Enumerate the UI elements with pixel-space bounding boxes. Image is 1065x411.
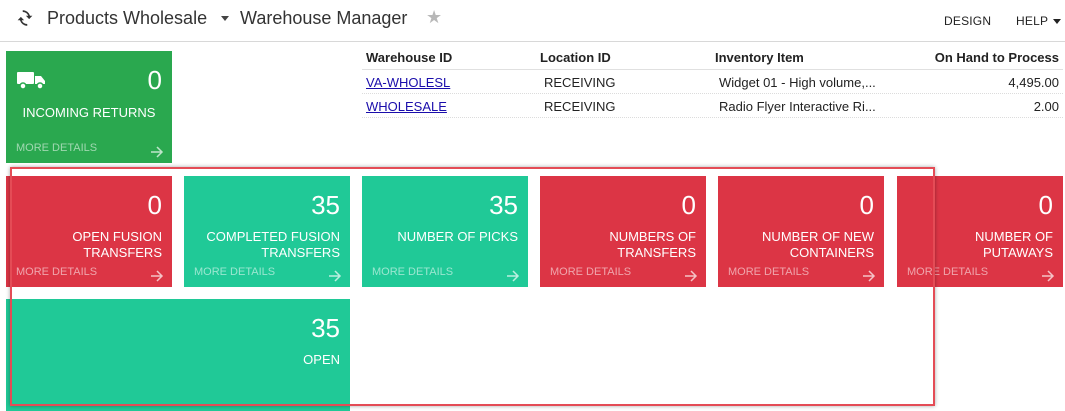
more-details-link[interactable]: MORE DETAILS <box>194 266 275 278</box>
tile-label: NUMBERS OF TRANSFERS <box>609 229 696 260</box>
tile-label: OPEN FUSION TRANSFERS <box>72 229 162 260</box>
tile-value: 35 <box>489 190 518 220</box>
tile-incoming-returns[interactable]: 0 INCOMING RETURNS MORE DETAILS <box>6 51 172 163</box>
tile-value: 0 <box>1038 190 1053 220</box>
tile-number-of-picks[interactable]: 35 NUMBER OF PICKS MORE DETAILS <box>362 176 528 287</box>
tile-value: 35 <box>311 313 340 343</box>
grid-header: Warehouse ID Location ID Inventory Item … <box>362 44 1063 70</box>
warehouse-link[interactable]: WHOLESALE <box>366 99 447 114</box>
page-header: Products Wholesale Warehouse Manager ★ D… <box>0 0 1065 42</box>
star-icon[interactable]: ★ <box>426 8 442 26</box>
location-cell: RECEIVING <box>544 75 616 90</box>
column-header-qty[interactable]: On Hand to Process <box>935 50 1059 65</box>
column-header-location[interactable]: Location ID <box>540 50 611 65</box>
tile-number-of-putaways[interactable]: 0 NUMBER OF PUTAWAYS MORE DETAILS <box>897 176 1063 287</box>
refresh-icon[interactable] <box>16 9 34 27</box>
tile-value: 0 <box>681 190 696 220</box>
arrow-right-icon[interactable] <box>150 269 164 283</box>
more-details-link[interactable]: MORE DETAILS <box>550 266 631 278</box>
location-cell: RECEIVING <box>544 99 616 114</box>
column-header-warehouse[interactable]: Warehouse ID <box>366 50 452 65</box>
table-row[interactable]: WHOLESALE RECEIVING Radio Flyer Interact… <box>362 94 1063 118</box>
more-details-link[interactable]: MORE DETAILS <box>728 266 809 278</box>
tile-completed-fusion-transfers[interactable]: 35 COMPLETED FUSION TRANSFERS MORE DETAI… <box>184 176 350 287</box>
truck-icon <box>17 72 45 90</box>
tile-label: NUMBER OF PUTAWAYS <box>975 229 1053 260</box>
more-details-link[interactable]: MORE DETAILS <box>372 266 453 278</box>
tile-value: 0 <box>147 65 162 95</box>
arrow-right-icon[interactable] <box>328 269 342 283</box>
tile-open-fusion-transfers[interactable]: 0 OPEN FUSION TRANSFERS MORE DETAILS <box>6 176 172 287</box>
tile-number-of-new-containers[interactable]: 0 NUMBER OF NEW CONTAINERS MORE DETAILS <box>718 176 884 287</box>
arrow-right-icon[interactable] <box>1041 269 1055 283</box>
more-details-link[interactable]: MORE DETAILS <box>907 266 988 278</box>
warehouse-link[interactable]: VA-WHOLESL <box>366 75 450 90</box>
tile-open[interactable]: 35 OPEN <box>6 299 350 411</box>
arrow-right-icon[interactable] <box>862 269 876 283</box>
arrow-right-icon[interactable] <box>684 269 698 283</box>
table-row[interactable]: VA-WHOLESL RECEIVING Widget 01 - High vo… <box>362 70 1063 94</box>
design-button[interactable]: DESIGN <box>944 14 991 28</box>
arrow-right-icon[interactable] <box>506 269 520 283</box>
help-button[interactable]: HELP <box>1016 14 1048 28</box>
arrow-right-icon[interactable] <box>150 145 164 159</box>
tile-label: NUMBER OF NEW CONTAINERS <box>762 229 874 260</box>
more-details-link[interactable]: MORE DETAILS <box>16 266 97 278</box>
tile-value: 0 <box>859 190 874 220</box>
chevron-down-icon[interactable] <box>221 16 229 21</box>
inventory-grid: Warehouse ID Location ID Inventory Item … <box>362 44 1063 118</box>
qty-cell: 2.00 <box>1033 99 1059 114</box>
column-header-item[interactable]: Inventory Item <box>715 50 804 65</box>
qty-cell: 4,495.00 <box>1008 75 1059 90</box>
chevron-down-icon[interactable] <box>1053 19 1061 24</box>
tile-value: 0 <box>147 190 162 220</box>
tile-numbers-of-transfers[interactable]: 0 NUMBERS OF TRANSFERS MORE DETAILS <box>540 176 706 287</box>
item-cell: Radio Flyer Interactive Ri... <box>719 99 876 114</box>
tile-label: COMPLETED FUSION TRANSFERS <box>206 229 340 260</box>
breadcrumb-app[interactable]: Products Wholesale <box>47 8 207 29</box>
tile-value: 35 <box>311 190 340 220</box>
tile-label: OPEN <box>303 352 340 367</box>
more-details-link[interactable]: MORE DETAILS <box>16 142 97 154</box>
page-title: Warehouse Manager <box>240 8 408 28</box>
tile-label: INCOMING RETURNS <box>22 105 156 120</box>
item-cell: Widget 01 - High volume,... <box>719 75 876 90</box>
tile-label: NUMBER OF PICKS <box>397 229 518 244</box>
